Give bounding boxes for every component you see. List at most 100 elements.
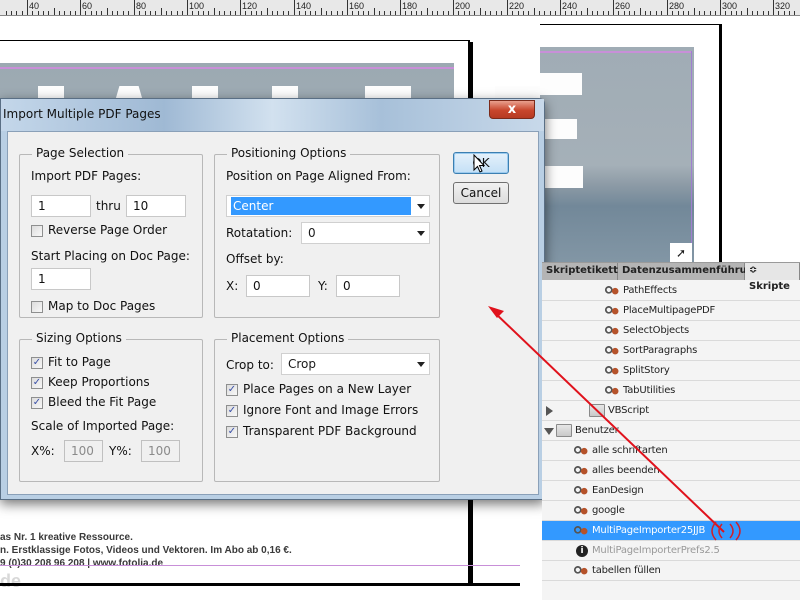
dialog-title: Import Multiple PDF Pages	[3, 107, 161, 121]
ruler-minor-tick	[91, 11, 92, 15]
scale-y-input[interactable]: 100	[141, 440, 180, 462]
ruler-minor-tick	[256, 11, 257, 15]
aligned-from-select[interactable]: Center	[226, 195, 430, 217]
headline-letter	[540, 119, 577, 139]
group-title: Placement Options	[227, 331, 349, 345]
reverse-page-order-label[interactable]: Reverse Page Order	[48, 223, 167, 237]
new-layer-label[interactable]: Place Pages on a New Layer	[243, 382, 411, 396]
new-layer-checkbox[interactable]: ✓	[226, 384, 238, 396]
ruler-minor-tick	[794, 11, 795, 15]
offset-x-label: X:	[226, 279, 239, 293]
script-list-item[interactable]: alle schriftarten	[542, 441, 800, 461]
offset-y-input[interactable]: 0	[336, 275, 400, 297]
ruler-minor-tick	[778, 11, 779, 15]
tab-datenzusammenfuehrung[interactable]: Datenzusammenführung	[618, 263, 761, 280]
offset-x-input[interactable]: 0	[246, 275, 310, 297]
script-list-item[interactable]: SelectObjects	[542, 321, 800, 341]
ruler-minor-tick	[789, 11, 790, 15]
script-list-item[interactable]: EanDesign	[542, 481, 800, 501]
script-icon	[573, 504, 589, 517]
disclosure-collapsed-icon[interactable]	[546, 406, 553, 416]
from-page-input[interactable]: 1	[31, 195, 91, 217]
ruler-minor-tick	[550, 11, 551, 15]
ruler-minor-tick	[22, 11, 23, 15]
script-list-item[interactable]: i MultiPageImporterPrefs2.5	[542, 541, 800, 561]
ignore-errors-checkbox[interactable]: ✓	[226, 405, 238, 417]
script-icon	[573, 524, 589, 537]
ruler-minor-tick	[747, 8, 748, 15]
group-title: Sizing Options	[32, 331, 126, 345]
ruler-minor-tick	[326, 11, 327, 15]
ruler-minor-tick	[704, 11, 705, 15]
script-list-item[interactable]: SortParagraphs	[542, 341, 800, 361]
ruler-major-tick	[400, 0, 401, 15]
script-list-item[interactable]: PlaceMultipagePDF	[542, 301, 800, 321]
keep-proportions-label[interactable]: Keep Proportions	[48, 375, 150, 389]
transparent-background-label[interactable]: Transparent PDF Background	[243, 424, 417, 438]
horizontal-ruler[interactable]: 40 60 80 100 120 140 160 180 200 220 240 260 280 300 3…	[0, 0, 800, 16]
script-list-item[interactable]: PathEffects	[542, 281, 800, 301]
dropdown-arrow-icon	[417, 362, 425, 367]
transparent-background-checkbox[interactable]: ✓	[226, 426, 238, 438]
thru-label: thru	[96, 199, 121, 213]
ruler-minor-tick	[161, 8, 162, 15]
script-icon	[573, 444, 589, 457]
map-to-doc-pages-checkbox[interactable]	[31, 301, 43, 313]
scale-x-label: X%:	[31, 444, 55, 458]
script-list-item[interactable]: tabellen füllen	[542, 561, 800, 581]
offset-y-label: Y:	[318, 279, 328, 293]
ruler-minor-tick	[752, 11, 753, 15]
script-list-item[interactable]: alles beenden	[542, 461, 800, 481]
script-list-item[interactable]: MultiPageImporter25JJB	[542, 521, 800, 541]
ruler-minor-tick	[379, 11, 380, 15]
ruler-major-tick	[720, 0, 721, 15]
ruler-minor-tick	[523, 11, 524, 15]
ruler-minor-tick	[544, 11, 545, 15]
close-button[interactable]: x	[489, 100, 535, 119]
bleed-fit-page-label[interactable]: Bleed the Fit Page	[48, 395, 156, 409]
ruler-minor-tick	[384, 11, 385, 15]
ruler-tick-label: 160	[349, 1, 365, 11]
ruler-minor-tick	[464, 11, 465, 15]
start-page-input[interactable]: 1	[31, 268, 91, 290]
page-edge	[540, 24, 722, 25]
dialog-titlebar[interactable]: Import Multiple PDF Pages x	[1, 99, 544, 131]
disclosure-expanded-icon[interactable]	[544, 428, 554, 435]
panel-tab-bar: Skriptetikett Datenzusammenführung ≎ Skr…	[542, 262, 800, 292]
fit-to-page-label[interactable]: Fit to Page	[48, 355, 111, 369]
map-to-doc-pages-label[interactable]: Map to Doc Pages	[48, 299, 155, 313]
ignore-errors-label[interactable]: Ignore Font and Image Errors	[243, 403, 418, 417]
ruler-minor-tick	[565, 11, 566, 15]
group-title: Positioning Options	[227, 146, 351, 160]
cancel-button[interactable]: Cancel	[453, 182, 509, 204]
to-page-input[interactable]: 10	[126, 195, 186, 217]
script-item-label: PathEffects	[623, 285, 677, 296]
frame-out-port-icon[interactable]: ➚	[670, 243, 692, 263]
script-list-item[interactable]: SplitStory	[542, 361, 800, 381]
bleed-fit-page-checkbox[interactable]: ✓	[31, 397, 43, 409]
reverse-page-order-checkbox[interactable]	[31, 225, 43, 237]
ruler-minor-tick	[694, 8, 695, 15]
ruler-minor-tick	[683, 11, 684, 15]
ruler-tick-label: 60	[82, 1, 93, 11]
tab-skripte[interactable]: ≎ Skripte	[745, 263, 800, 292]
crop-to-select[interactable]: Crop	[281, 353, 430, 375]
ruler-minor-tick	[411, 11, 412, 15]
ruler-minor-tick	[512, 11, 513, 15]
ruler-tick-label: 140	[296, 1, 312, 11]
margin-guide	[0, 565, 520, 566]
script-folder-item[interactable]: Benutzer	[542, 421, 800, 441]
tab-skriptetikett[interactable]: Skriptetikett	[542, 263, 618, 280]
ruler-minor-tick	[38, 11, 39, 15]
keep-proportions-checkbox[interactable]: ✓	[31, 377, 43, 389]
script-list-item[interactable]: google	[542, 501, 800, 521]
scale-x-input[interactable]: 100	[64, 440, 103, 462]
ruler-minor-tick	[230, 11, 231, 15]
ruler-minor-tick	[427, 8, 428, 15]
ruler-minor-tick	[650, 11, 651, 15]
script-folder-item[interactable]: VBScript	[542, 401, 800, 421]
rotation-select[interactable]: 0	[301, 222, 430, 244]
script-list-item[interactable]: TabUtilities	[542, 381, 800, 401]
fit-to-page-checkbox[interactable]: ✓	[31, 357, 43, 369]
ruler-minor-tick	[166, 11, 167, 15]
